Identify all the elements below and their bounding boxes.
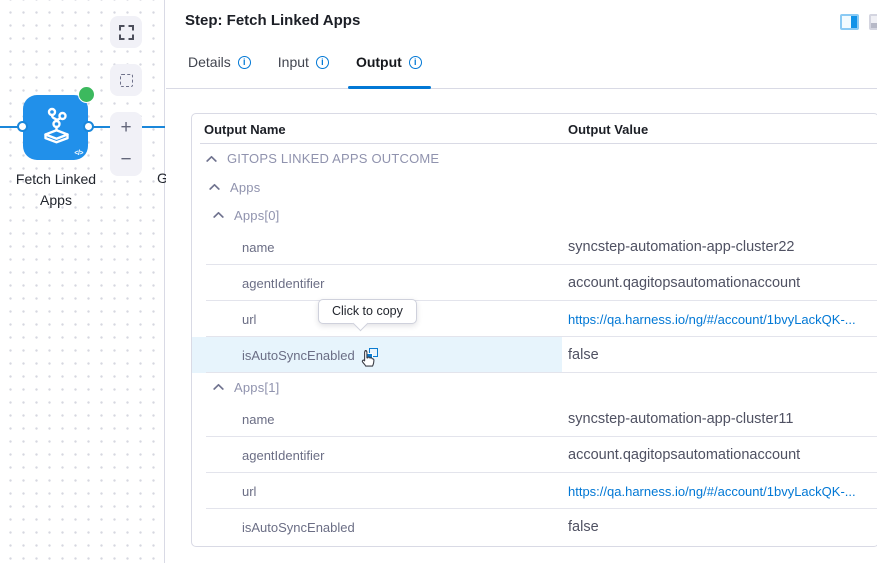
page-title: Step: Fetch Linked Apps (185, 12, 361, 29)
success-check-icon (78, 86, 100, 105)
section-row-apps-0[interactable]: Apps[0] (192, 201, 877, 229)
node-label: Fetch Linked Apps (15, 171, 97, 208)
table-row-name: name syncstep-automation-app-cluster11 (192, 401, 877, 437)
marquee-select-icon (119, 73, 133, 87)
node-port-right[interactable] (83, 121, 94, 132)
table-row-url: url https://qa.harness.io/ng/#/account/1… (192, 301, 877, 337)
table-row-agent-identifier: agentIdentifier account.qagitopsautomati… (192, 437, 877, 473)
section-row-gitops-outcome[interactable]: GITOPS LINKED APPS OUTCOME (192, 144, 877, 173)
gitops-step-icon (44, 107, 69, 144)
chevron-up-icon[interactable] (213, 383, 224, 391)
chevron-up-icon[interactable] (213, 211, 224, 219)
table-row-is-auto-sync-enabled: isAutoSyncEnabled false (192, 337, 877, 373)
tab-details[interactable]: Details i (188, 54, 251, 70)
fullscreen-button[interactable] (110, 16, 142, 48)
column-header-output-name: Output Name (204, 122, 286, 137)
info-icon[interactable]: i (237, 55, 251, 69)
info-icon[interactable]: i (315, 55, 329, 69)
chevron-up-icon[interactable] (206, 155, 217, 163)
output-table: Output Name Output Value GITOPS LINKED A… (191, 113, 877, 547)
table-row-url: url https://qa.harness.io/ng/#/account/1… (192, 473, 877, 509)
tooltip-text: Click to copy (332, 304, 403, 318)
tab-input[interactable]: Input i (278, 54, 329, 70)
step-node-fetch-linked-apps[interactable]: </> (17, 86, 100, 160)
tab-divider (166, 88, 877, 89)
zoom-controls: + − (110, 112, 142, 176)
table-header: Output Name Output Value (192, 114, 877, 144)
url-link[interactable]: https://qa.harness.io/ng/#/account/1bvyL… (568, 312, 856, 327)
expand-icon (118, 24, 134, 40)
info-icon[interactable]: i (408, 55, 422, 69)
table-row-is-auto-sync-enabled: isAutoSyncEnabled false (242, 519, 599, 535)
zoom-out-button[interactable]: − (110, 144, 142, 176)
marquee-select-button[interactable] (110, 64, 142, 96)
hand-cursor-icon (361, 350, 375, 367)
click-to-copy-tooltip: Click to copy (318, 299, 417, 332)
active-tab-underline (348, 86, 431, 89)
section-row-apps[interactable]: Apps (192, 173, 877, 201)
chevron-up-icon[interactable] (209, 183, 220, 191)
section-row-apps-1[interactable]: Apps[1] (192, 373, 877, 401)
step-details-panel: Step: Fetch Linked Apps Details i Input … (166, 0, 877, 563)
url-link[interactable]: https://qa.harness.io/ng/#/account/1bvyL… (568, 484, 856, 499)
column-header-output-value: Output Value (568, 122, 649, 137)
table-row-agent-identifier: agentIdentifier account.qagitopsautomati… (192, 265, 877, 301)
panel-layout-icon-secondary[interactable] (869, 14, 877, 30)
tab-bar: Details i Input i Output i (188, 54, 422, 70)
tab-output[interactable]: Output i (356, 54, 422, 70)
code-glyph: </> (74, 150, 83, 157)
panel-layout-icon[interactable] (840, 14, 859, 30)
pipeline-canvas[interactable]: </> Fetch Linked Apps G + − (0, 0, 168, 563)
table-row-name: name syncstep-automation-app-cluster22 (192, 229, 877, 265)
zoom-in-button[interactable]: + (110, 112, 142, 144)
node-port-left[interactable] (17, 121, 28, 132)
